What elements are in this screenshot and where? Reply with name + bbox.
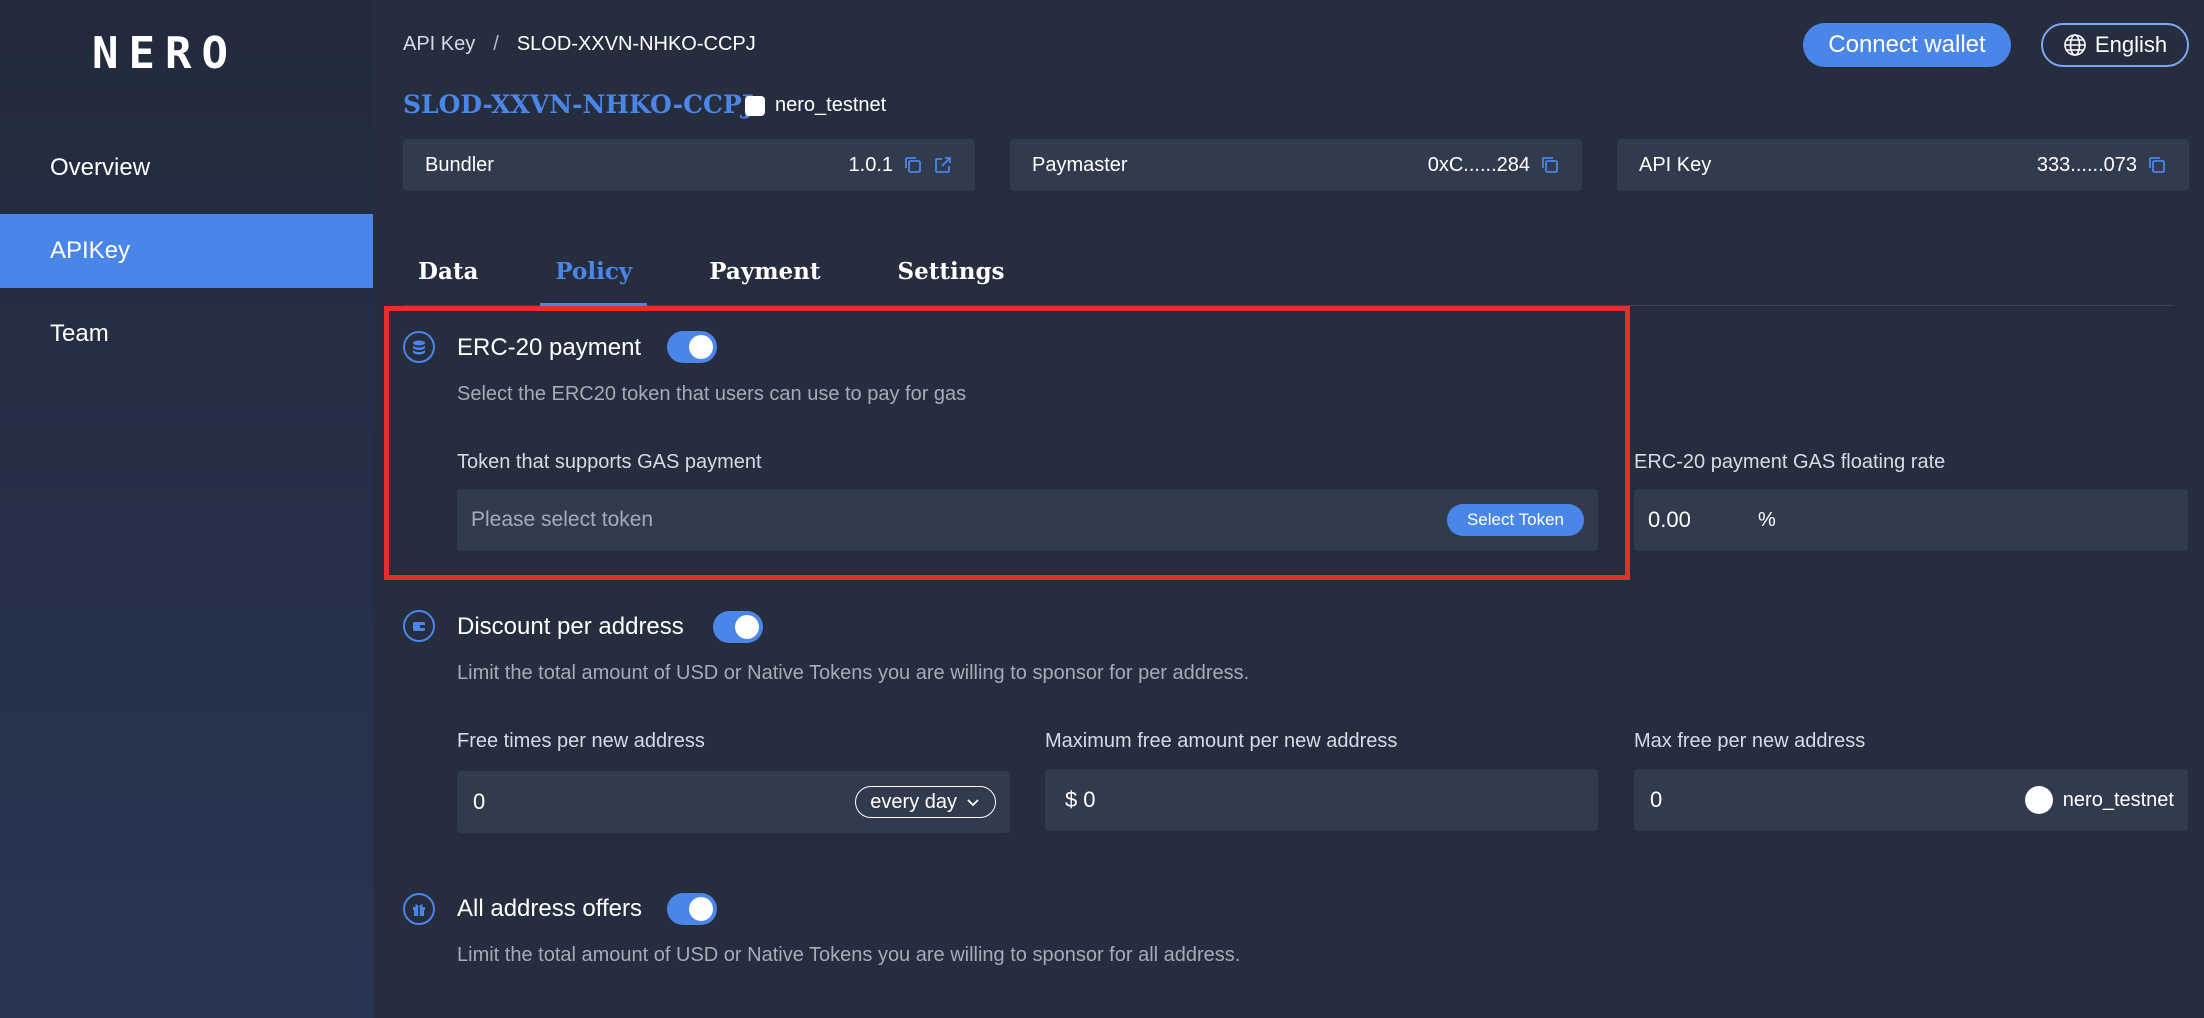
page-title: SLOD-XXVN-NHKO-CCPJ <box>403 90 754 119</box>
external-link-icon[interactable] <box>933 155 953 175</box>
bundler-version: 1.0.1 <box>848 153 893 176</box>
tab-payment[interactable]: Payment <box>694 246 835 305</box>
all-offers-title: All address offers <box>457 895 642 922</box>
logo-letter: R <box>165 28 194 79</box>
max-amount-label: Maximum free amount per new address <box>1045 730 1398 752</box>
rate-value: 0.00 <box>1648 507 1691 532</box>
sidebar: N E R O Overview APIKey Team <box>0 0 373 1018</box>
breadcrumb: API Key / SLOD-XXVN-NHKO-CCPJ <box>403 33 756 56</box>
tab-data[interactable]: Data <box>403 246 493 305</box>
sidebar-item-apikey[interactable]: APIKey <box>0 214 373 288</box>
bundler-card: Bundler 1.0.1 <box>403 139 975 191</box>
tab-bar: Data Policy Payment Settings <box>403 246 2174 306</box>
highlight-box <box>384 306 1630 580</box>
all-offers-toggle[interactable] <box>667 893 717 925</box>
api-key-label: API Key <box>1639 153 1712 176</box>
max-free-label: Max free per new address <box>1634 730 1866 752</box>
period-select[interactable]: every day <box>855 786 996 818</box>
discount-description: Limit the total amount of USD or Native … <box>457 662 1250 684</box>
logo-letter: O <box>201 28 230 79</box>
sidebar-item-label: Overview <box>50 154 151 181</box>
copy-icon[interactable] <box>1540 155 1560 175</box>
max-amount-input[interactable]: $ 0 <box>1045 769 1598 831</box>
language-button[interactable]: English <box>2041 23 2189 67</box>
logo-letter: E <box>128 28 157 79</box>
free-times-value: 0 <box>473 789 486 814</box>
max-free-input[interactable]: 0 nero_testnet <box>1634 769 2188 831</box>
logo-letter: N <box>92 28 121 79</box>
discount-toggle[interactable] <box>713 611 763 643</box>
max-amount-value: 0 <box>1083 787 1096 812</box>
chevron-down-icon <box>965 794 981 810</box>
network-label: nero_testnet <box>775 94 887 116</box>
nero-token-icon <box>2024 786 2053 814</box>
token-network-label: nero_testnet <box>2062 788 2174 811</box>
sidebar-item-overview[interactable]: Overview <box>0 131 373 205</box>
breadcrumb-current: SLOD-XXVN-NHKO-CCPJ <box>516 33 756 55</box>
rate-input[interactable]: 0.00 % <box>1634 489 2188 551</box>
copy-icon[interactable] <box>2147 155 2167 175</box>
breadcrumb-api-key[interactable]: API Key <box>403 33 475 56</box>
language-label: English <box>2094 32 2168 57</box>
currency-symbol: $ <box>1065 787 1078 812</box>
api-key-value: 333......073 <box>2036 153 2137 176</box>
connect-wallet-button[interactable]: Connect wallet <box>1803 23 2011 67</box>
period-value: every day <box>870 790 957 813</box>
paymaster-address: 0xC......284 <box>1427 153 1530 176</box>
sidebar-item-label: Team <box>50 320 109 347</box>
all-offers-description: Limit the total amount of USD or Native … <box>457 944 1241 966</box>
breadcrumb-separator: / <box>493 33 499 55</box>
tab-settings[interactable]: Settings <box>883 246 1020 305</box>
max-free-value: 0 <box>1650 787 1663 812</box>
sidebar-item-label: APIKey <box>50 237 131 264</box>
network-icon <box>745 95 765 116</box>
tab-policy[interactable]: Policy <box>540 246 648 306</box>
gift-icon <box>403 893 435 925</box>
wallet-icon <box>403 610 435 642</box>
free-times-input[interactable]: 0 every day <box>457 771 1010 833</box>
sidebar-item-team[interactable]: Team <box>0 297 373 371</box>
rate-label: ERC-20 payment GAS floating rate <box>1634 451 1946 473</box>
nero-logo[interactable]: N E R O <box>92 28 272 79</box>
api-key-card: API Key 333......073 <box>1617 139 2189 191</box>
paymaster-label: Paymaster <box>1032 153 1128 176</box>
rate-unit: % <box>1758 508 1776 531</box>
bundler-label: Bundler <box>425 153 494 176</box>
paymaster-card: Paymaster 0xC......284 <box>1010 139 1582 191</box>
network-tag: nero_testnet <box>745 94 886 117</box>
globe-icon <box>2063 33 2087 57</box>
free-times-label: Free times per new address <box>457 730 705 752</box>
discount-title: Discount per address <box>457 613 684 640</box>
copy-icon[interactable] <box>903 155 923 175</box>
